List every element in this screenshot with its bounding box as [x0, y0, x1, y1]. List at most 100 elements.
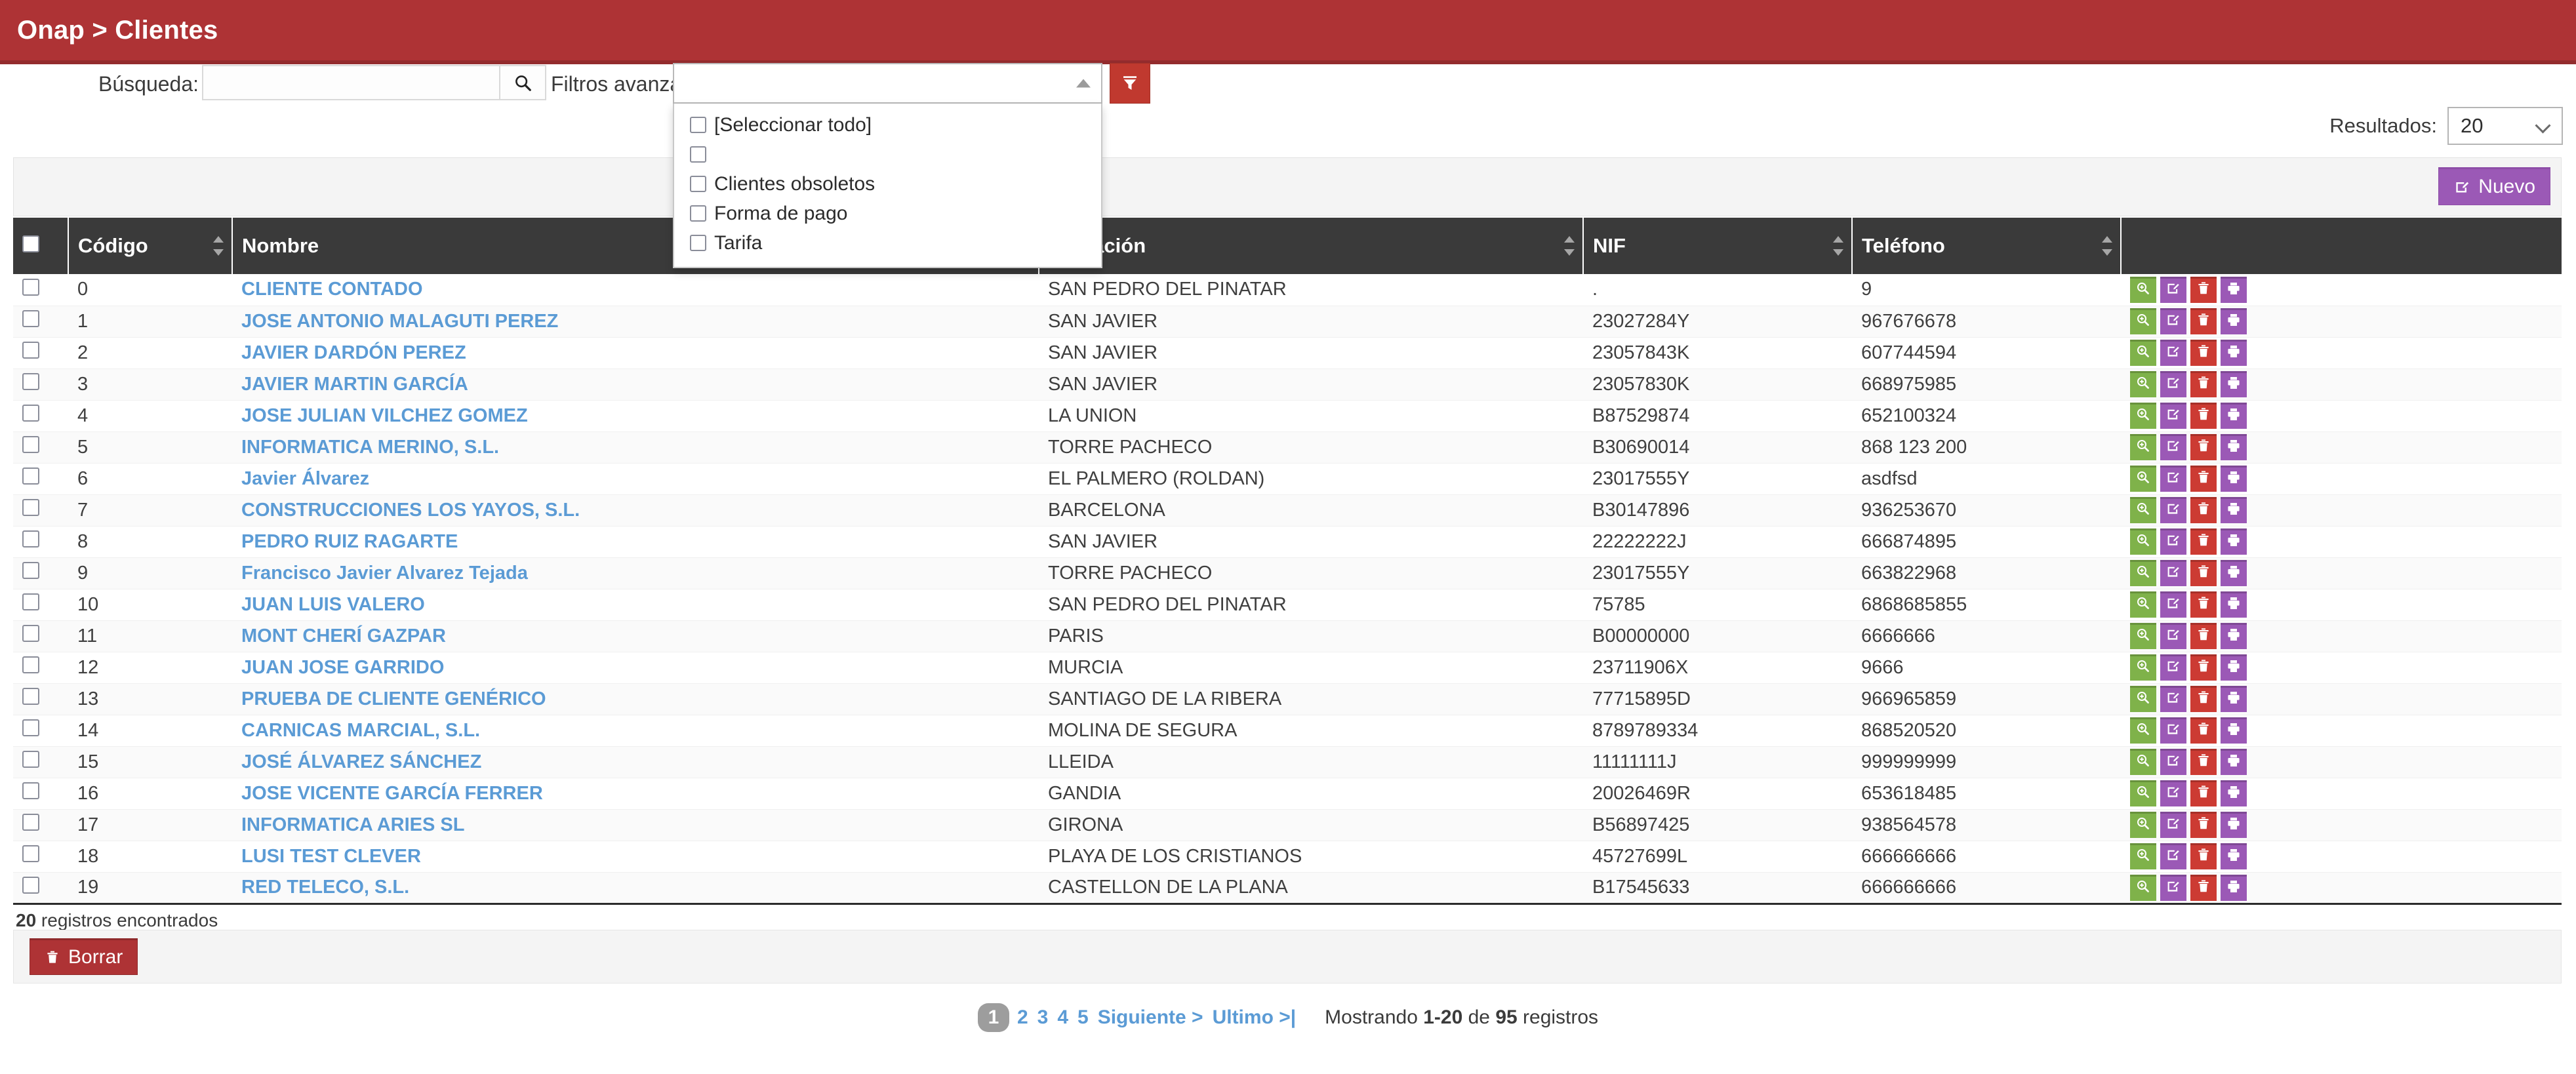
column-header-poblacion[interactable]: Población — [1039, 218, 1584, 274]
page-link-5[interactable]: 5 — [1077, 1006, 1089, 1029]
new-button[interactable]: Nuevo — [2438, 167, 2550, 205]
delete-button[interactable] — [2190, 340, 2217, 366]
row-checkbox[interactable] — [22, 278, 39, 296]
delete-button[interactable] — [2190, 276, 2217, 303]
row-select-cell[interactable] — [13, 746, 68, 778]
delete-button[interactable] — [2190, 403, 2217, 429]
delete-button[interactable] — [2190, 843, 2217, 869]
row-checkbox[interactable] — [22, 845, 39, 862]
row-checkbox[interactable] — [22, 782, 39, 799]
edit-button[interactable] — [2160, 654, 2186, 681]
print-button[interactable] — [2221, 749, 2247, 775]
delete-button[interactable] — [2190, 434, 2217, 460]
edit-button[interactable] — [2160, 560, 2186, 586]
row-checkbox[interactable] — [22, 467, 39, 485]
client-name-link[interactable]: JOSE JULIAN VILCHEZ GOMEZ — [241, 405, 528, 426]
delete-button[interactable] — [2190, 308, 2217, 334]
print-button[interactable] — [2221, 371, 2247, 397]
row-select-cell[interactable] — [13, 841, 68, 873]
view-button[interactable] — [2130, 340, 2156, 366]
view-button[interactable] — [2130, 749, 2156, 775]
row-select-cell[interactable] — [13, 463, 68, 495]
edit-button[interactable] — [2160, 497, 2186, 523]
filter-option-select-all[interactable]: [Seleccionar todo] — [674, 110, 1101, 140]
row-checkbox[interactable] — [22, 373, 39, 390]
results-per-page-select[interactable]: 20 — [2447, 107, 2563, 145]
row-select-cell[interactable] — [13, 557, 68, 589]
print-button[interactable] — [2221, 466, 2247, 492]
delete-button[interactable] — [2190, 874, 2217, 901]
client-name-link[interactable]: PEDRO RUIZ RAGARTE — [241, 531, 458, 552]
print-button[interactable] — [2221, 497, 2247, 523]
row-checkbox[interactable] — [22, 342, 39, 359]
client-name-link[interactable]: LUSI TEST CLEVER — [241, 846, 421, 867]
client-name-link[interactable]: Javier Álvarez — [241, 468, 369, 489]
edit-button[interactable] — [2160, 717, 2186, 744]
delete-button[interactable] — [2190, 591, 2217, 618]
row-checkbox[interactable] — [22, 876, 39, 894]
row-checkbox[interactable] — [22, 562, 39, 579]
client-name-link[interactable]: INFORMATICA ARIES SL — [241, 814, 464, 835]
print-button[interactable] — [2221, 560, 2247, 586]
edit-button[interactable] — [2160, 528, 2186, 555]
apply-filter-button[interactable] — [1110, 63, 1150, 104]
row-checkbox[interactable] — [22, 499, 39, 516]
row-select-cell[interactable] — [13, 872, 68, 905]
view-button[interactable] — [2130, 434, 2156, 460]
print-button[interactable] — [2221, 276, 2247, 303]
row-checkbox[interactable] — [22, 436, 39, 453]
sort-icon[interactable] — [213, 235, 224, 257]
delete-button[interactable] — [2190, 654, 2217, 681]
view-button[interactable] — [2130, 780, 2156, 806]
search-input[interactable] — [202, 65, 500, 100]
print-button[interactable] — [2221, 686, 2247, 712]
client-name-link[interactable]: CARNICAS MARCIAL, S.L. — [241, 720, 480, 741]
edit-button[interactable] — [2160, 434, 2186, 460]
view-button[interactable] — [2130, 560, 2156, 586]
row-checkbox[interactable] — [22, 688, 39, 705]
sort-icon[interactable] — [1833, 235, 1843, 257]
sort-icon[interactable] — [2102, 235, 2112, 257]
view-button[interactable] — [2130, 686, 2156, 712]
delete-button[interactable] — [2190, 623, 2217, 649]
edit-button[interactable] — [2160, 371, 2186, 397]
checkbox-icon[interactable] — [690, 205, 706, 222]
edit-button[interactable] — [2160, 843, 2186, 869]
print-button[interactable] — [2221, 434, 2247, 460]
client-name-link[interactable]: Francisco Javier Alvarez Tejada — [241, 563, 528, 584]
view-button[interactable] — [2130, 497, 2156, 523]
delete-button[interactable] — [2190, 812, 2217, 838]
row-select-cell[interactable] — [13, 494, 68, 527]
view-button[interactable] — [2130, 466, 2156, 492]
view-button[interactable] — [2130, 717, 2156, 744]
client-name-link[interactable]: PRUEBA DE CLIENTE GENÉRICO — [241, 688, 546, 709]
filter-option-forma-de-pago[interactable]: Forma de pago — [674, 199, 1101, 228]
page-current[interactable]: 1 — [977, 1003, 1009, 1032]
row-select-cell[interactable] — [13, 652, 68, 684]
delete-button[interactable] — [2190, 560, 2217, 586]
print-button[interactable] — [2221, 528, 2247, 555]
select-all-checkbox[interactable] — [22, 235, 39, 252]
row-select-cell[interactable] — [13, 778, 68, 810]
view-button[interactable] — [2130, 623, 2156, 649]
delete-button[interactable]: Borrar — [30, 938, 138, 975]
page-link-4[interactable]: 4 — [1057, 1006, 1068, 1029]
delete-button[interactable] — [2190, 780, 2217, 806]
edit-button[interactable] — [2160, 591, 2186, 618]
filter-option-blank[interactable] — [674, 140, 1101, 169]
view-button[interactable] — [2130, 812, 2156, 838]
print-button[interactable] — [2221, 403, 2247, 429]
edit-button[interactable] — [2160, 686, 2186, 712]
print-button[interactable] — [2221, 654, 2247, 681]
view-button[interactable] — [2130, 276, 2156, 303]
view-button[interactable] — [2130, 874, 2156, 901]
delete-button[interactable] — [2190, 371, 2217, 397]
print-button[interactable] — [2221, 812, 2247, 838]
client-name-link[interactable]: MONT CHERÍ GAZPAR — [241, 626, 446, 646]
row-select-cell[interactable] — [13, 306, 68, 338]
client-name-link[interactable]: JAVIER DARDÓN PEREZ — [241, 342, 466, 363]
print-button[interactable] — [2221, 717, 2247, 744]
row-checkbox[interactable] — [22, 656, 39, 673]
view-button[interactable] — [2130, 591, 2156, 618]
view-button[interactable] — [2130, 371, 2156, 397]
